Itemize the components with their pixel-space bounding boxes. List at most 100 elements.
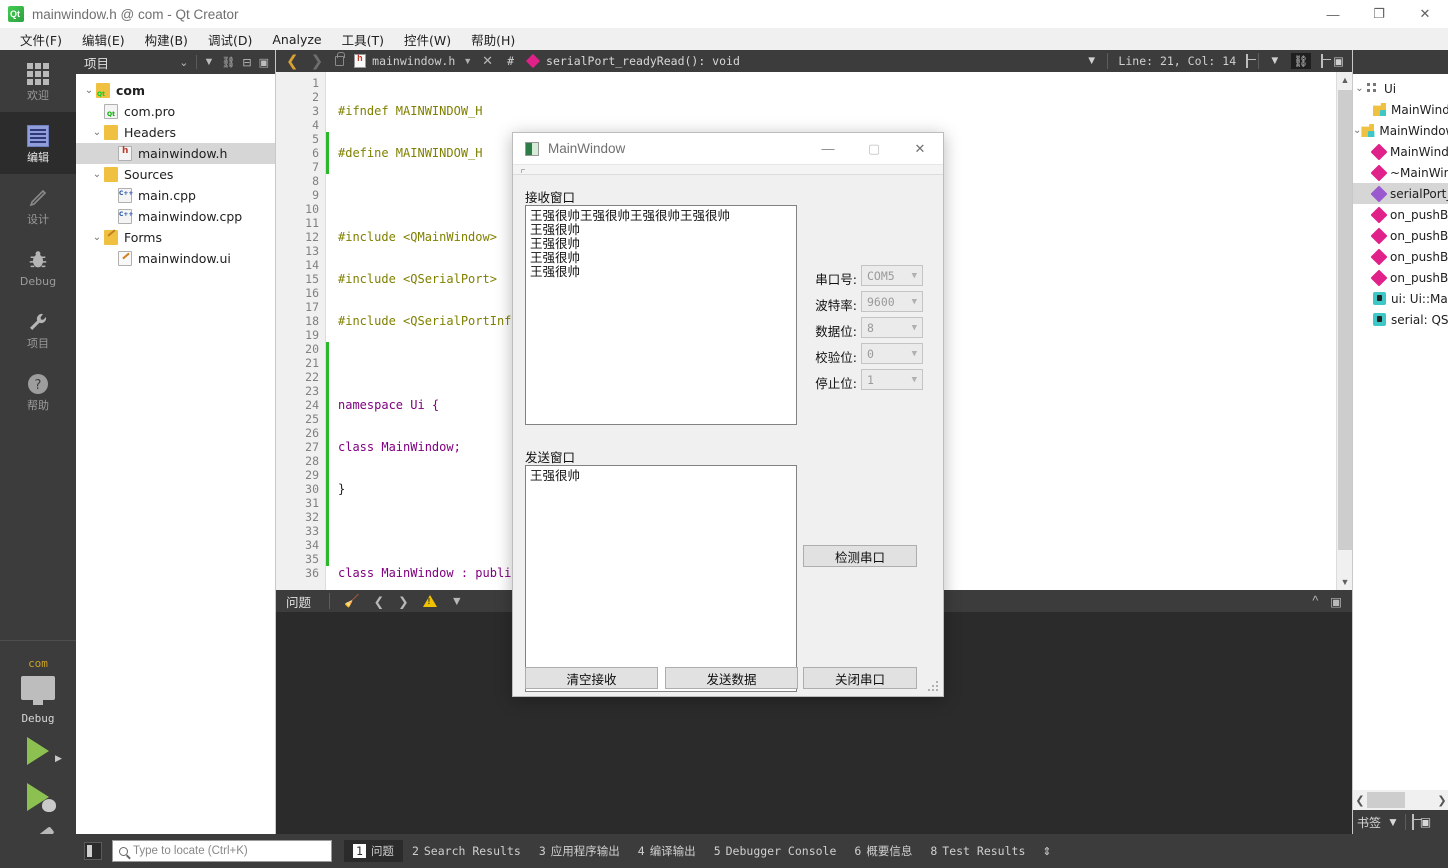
- scrollbar-thumb[interactable]: [1367, 792, 1405, 808]
- outline-item-pushbutton3[interactable]: on_pushButton_3_clicked: [1353, 204, 1448, 225]
- menu-help[interactable]: 帮助(H): [461, 28, 525, 51]
- port-combo[interactable]: COM5 ▼: [861, 265, 923, 286]
- outline-item-pushbutton4[interactable]: on_pushButton_4_clicked: [1353, 225, 1448, 246]
- nav-forward-icon[interactable]: ❯: [311, 52, 324, 70]
- tree-item-forms[interactable]: ⌄ Forms: [76, 227, 275, 248]
- dialog-maximize-button[interactable]: ▢: [851, 133, 897, 165]
- editor-symbol-selector[interactable]: serialPort_readyRead(): void: [546, 54, 740, 68]
- resize-grip[interactable]: [928, 681, 940, 693]
- tree-item-headers[interactable]: ⌄ Headers: [76, 122, 275, 143]
- dialog-close-button[interactable]: ✕: [897, 133, 943, 165]
- menu-build[interactable]: 构建(B): [135, 28, 198, 51]
- tab-compile-output[interactable]: 4 编译输出: [629, 840, 705, 862]
- warning-icon[interactable]: [422, 595, 437, 607]
- outline-item-pushbutton[interactable]: on_pushButton_clicked: [1353, 267, 1448, 288]
- outline-item-ui[interactable]: ⌄ Ui: [1353, 78, 1448, 99]
- toggle-sidebar-button[interactable]: [84, 842, 102, 860]
- link-icon[interactable]: ⛓: [221, 56, 235, 69]
- chevron-down-icon[interactable]: ⌄: [90, 169, 104, 180]
- mode-design[interactable]: 设计: [0, 174, 76, 236]
- split-add-icon[interactable]: [1246, 54, 1249, 68]
- send-textarea[interactable]: 王强很帅: [525, 465, 797, 692]
- close-port-button[interactable]: 关闭串口: [803, 667, 917, 689]
- chevron-down-icon[interactable]: ▼: [1086, 55, 1097, 67]
- menu-edit[interactable]: 编辑(E): [72, 28, 135, 51]
- debug-button[interactable]: [0, 777, 76, 817]
- menu-analyze[interactable]: Analyze: [262, 30, 331, 49]
- mode-help[interactable]: ? 帮助: [0, 360, 76, 422]
- tree-item-mainwindow-cpp[interactable]: mainwindow.cpp: [76, 206, 275, 227]
- pane-updown-icon[interactable]: ⇕: [1042, 845, 1051, 858]
- menu-widgets[interactable]: 控件(W): [394, 28, 461, 51]
- scroll-down-icon[interactable]: ▼: [1337, 574, 1353, 590]
- tree-item-com[interactable]: ⌄ com: [76, 80, 275, 101]
- unlock-icon[interactable]: [335, 52, 346, 66]
- mode-projects[interactable]: 项目: [0, 298, 76, 360]
- tree-item-main-cpp[interactable]: main.cpp: [76, 185, 275, 206]
- minimize-button[interactable]: —: [1310, 0, 1356, 28]
- outline-horizontal-scrollbar[interactable]: ❮ ❯: [1353, 790, 1448, 810]
- close-button[interactable]: ✕: [1402, 0, 1448, 28]
- dialog-minimize-button[interactable]: —: [805, 133, 851, 165]
- stopbits-combo[interactable]: 1 ▼: [861, 369, 923, 390]
- chevron-down-icon[interactable]: ▼: [1387, 815, 1399, 829]
- editor-filename[interactable]: mainwindow.h: [372, 54, 455, 68]
- chevron-down-icon[interactable]: ⌄: [90, 232, 104, 243]
- detect-port-button[interactable]: 检测串口: [803, 545, 917, 567]
- mode-edit[interactable]: 编辑: [0, 112, 76, 174]
- chevron-down-icon[interactable]: ⌄: [179, 56, 188, 69]
- tree-item-sources[interactable]: ⌄ Sources: [76, 164, 275, 185]
- menu-file[interactable]: 文件(F): [10, 28, 72, 51]
- close-icon[interactable]: ✕: [482, 53, 493, 69]
- tree-item-com-pro[interactable]: com.pro: [76, 101, 275, 122]
- outline-item-dtor[interactable]: ~MainWindow: [1353, 162, 1448, 183]
- outline-item-ctor[interactable]: MainWindow: [1353, 141, 1448, 162]
- scroll-left-icon[interactable]: ❮: [1353, 794, 1367, 807]
- split-add-icon[interactable]: [1321, 54, 1324, 68]
- tab-application-output[interactable]: 3 应用程序输出: [530, 840, 629, 862]
- collapse-icon[interactable]: ^: [1312, 594, 1318, 609]
- locator-input[interactable]: Type to locate (Ctrl+K): [112, 840, 332, 862]
- collapse-pane-icon[interactable]: ▣: [1420, 815, 1431, 829]
- receive-textarea[interactable]: 王强很帅王强很帅王强很帅王强很帅 王强很帅 王强很帅 王强很帅 王强很帅: [525, 205, 797, 425]
- maximize-button[interactable]: ❐: [1356, 0, 1402, 28]
- scroll-right-icon[interactable]: ❯: [1435, 794, 1448, 807]
- tab-issues[interactable]: 1 问题: [344, 840, 403, 862]
- chevron-down-icon[interactable]: ⌄: [82, 85, 96, 96]
- parity-combo[interactable]: 0 ▼: [861, 343, 923, 364]
- prev-issue-icon[interactable]: ❮: [374, 594, 384, 609]
- send-data-button[interactable]: 发送数据: [665, 667, 798, 689]
- tree-item-mainwindow-ui[interactable]: mainwindow.ui: [76, 248, 275, 269]
- outline-item-serial-member[interactable]: serial: QSerialPort: [1353, 309, 1448, 330]
- split-add-icon[interactable]: [1411, 814, 1414, 830]
- chevron-down-icon[interactable]: ⌄: [1353, 83, 1366, 94]
- databits-combo[interactable]: 8 ▼: [861, 317, 923, 338]
- tab-test-results[interactable]: 8 Test Results: [921, 841, 1034, 861]
- chevron-down-icon[interactable]: ⌄: [90, 127, 104, 138]
- bookmarks-label[interactable]: 书签: [1357, 814, 1381, 831]
- clear-receive-button[interactable]: 清空接收: [525, 667, 658, 689]
- link-icon[interactable]: ⛓: [1290, 53, 1312, 69]
- filter-icon[interactable]: ▼: [451, 594, 463, 608]
- baudrate-combo[interactable]: 9600 ▼: [861, 291, 923, 312]
- chevron-down-icon[interactable]: ▼: [463, 56, 472, 66]
- expand-icon[interactable]: ⊟: [242, 56, 251, 69]
- chevron-down-icon[interactable]: ▼: [1269, 55, 1280, 67]
- editor-vertical-scrollbar[interactable]: ▲ ▼: [1336, 72, 1352, 590]
- sidebar-close-icon[interactable]: ▣: [259, 56, 269, 69]
- nav-back-icon[interactable]: ❮: [286, 52, 299, 70]
- filter-icon[interactable]: ▼: [204, 56, 215, 68]
- run-button[interactable]: [0, 731, 76, 771]
- clear-icon[interactable]: 🧹: [344, 594, 360, 609]
- mode-debug[interactable]: Debug: [0, 236, 76, 298]
- outline-item-ui-mainwindow[interactable]: MainWindow: [1353, 99, 1448, 120]
- outline-item-pushbutton2[interactable]: on_pushButton_2_clicked: [1353, 246, 1448, 267]
- tab-general-messages[interactable]: 6 概要信息: [845, 840, 921, 862]
- menu-tools[interactable]: 工具(T): [332, 28, 394, 51]
- tree-item-mainwindow-h[interactable]: mainwindow.h: [76, 143, 275, 164]
- scroll-up-icon[interactable]: ▲: [1337, 72, 1353, 88]
- scrollbar-thumb[interactable]: [1338, 90, 1352, 550]
- outline-item-serialport-readyread[interactable]: serialPort_readyRead: [1353, 183, 1448, 204]
- next-issue-icon[interactable]: ❯: [398, 594, 408, 609]
- mode-welcome[interactable]: 欢迎: [0, 50, 76, 112]
